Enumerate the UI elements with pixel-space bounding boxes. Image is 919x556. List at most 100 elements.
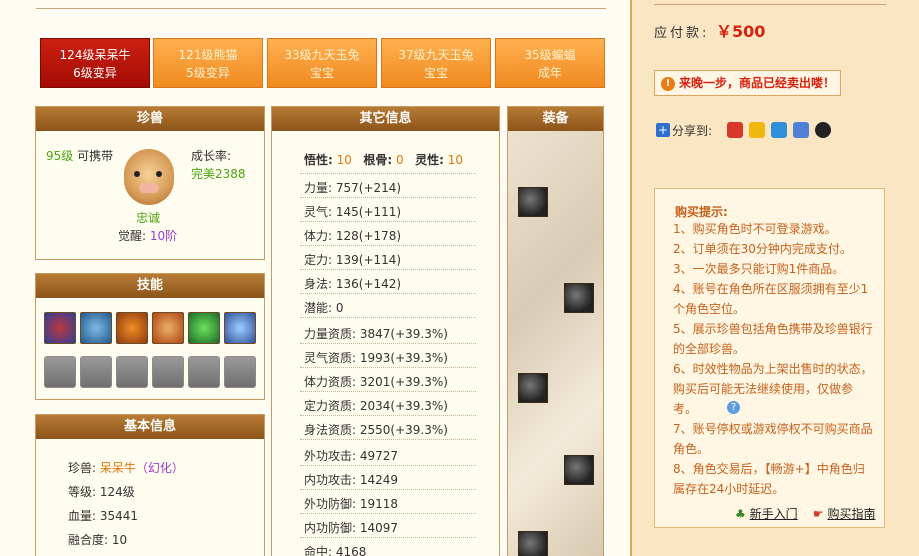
skill-6-icon[interactable]	[224, 312, 256, 344]
basic-row: 血量: 35441	[68, 507, 138, 524]
skill-4-icon[interactable]	[152, 312, 184, 344]
divider	[654, 4, 886, 5]
combat-label: 外功攻击:	[304, 449, 357, 463]
basic-label: 融合度:	[68, 533, 109, 547]
awaken-value: 10阶	[149, 229, 178, 243]
tab-label: 35级蝙蝠	[524, 48, 576, 62]
price-label: 应付款:	[654, 26, 710, 41]
potential-row: 潜能: 0	[304, 299, 344, 316]
combat-label: 外功防御:	[304, 497, 357, 511]
tab-pet-5[interactable]: 35级蝙蝠 成年	[495, 38, 605, 88]
tip-item: 2、订单须在30分钟内完成支付。	[673, 242, 852, 256]
tab-sublabel: 5级变异	[186, 66, 230, 80]
skill-2-icon[interactable]	[80, 312, 112, 344]
divider	[300, 245, 476, 246]
hand-icon: ☛	[812, 507, 824, 521]
share-label: 分享到:	[672, 124, 713, 138]
equipment-slot-icon[interactable]	[518, 187, 548, 217]
aptitude-label: 身法资质:	[304, 423, 357, 437]
combat-label: 内功攻击:	[304, 473, 357, 487]
tab-sublabel: 宝宝	[423, 66, 448, 80]
stat-label: 身法:	[304, 277, 333, 291]
potential-label: 潜能:	[304, 301, 333, 315]
tip-item: 7、账号停权或游戏停权不可购买商品角色。	[673, 422, 873, 456]
aptitude-label: 体力资质:	[304, 375, 357, 389]
plus-icon[interactable]: +	[656, 123, 670, 137]
tab-pet-1[interactable]: 124级呆呆牛 6级变异	[40, 38, 150, 88]
potential-value: 0	[335, 301, 344, 315]
basic-value: 10	[111, 533, 128, 547]
tips-title: 购买提示:	[675, 205, 728, 219]
divider	[300, 415, 476, 416]
stat-row: 定力: 139(+114)	[304, 251, 401, 268]
combat-value: 49727	[359, 449, 399, 463]
qq-icon[interactable]	[815, 122, 831, 138]
other-info-panel: 其它信息 悟性: 10 根骨: 0 灵性: 10 力量: 757(+214) 灵…	[271, 106, 500, 556]
purchase-tips: 购买提示: 1、购买角色时不可登录游戏。 2、订单须在30分钟内完成支付。 3、…	[654, 188, 885, 528]
stat-label: 灵气:	[304, 205, 333, 219]
stat-label: 力量:	[304, 181, 333, 195]
gengu-label: 根骨:	[363, 153, 393, 167]
tab-sublabel: 6级变异	[73, 66, 117, 80]
help-icon[interactable]: ?	[727, 401, 740, 414]
panel-title: 基本信息	[36, 415, 264, 439]
aptitude-row: 力量资质: 3847(+39.3%)	[304, 325, 448, 342]
weibo-icon[interactable]	[727, 122, 743, 138]
sold-notice-text: 来晚一步，商品已经卖出喽！	[679, 76, 836, 90]
stat-row: 力量: 757(+214)	[304, 179, 401, 196]
divider	[300, 317, 476, 318]
aptitude-value: 3847(+39.3%)	[359, 327, 448, 341]
tip-item: 1、购买角色时不可登录游戏。	[673, 222, 837, 236]
tab-label: 124级呆呆牛	[59, 48, 131, 62]
skill-1-icon[interactable]	[44, 312, 76, 344]
skills-panel: 技能	[35, 273, 265, 400]
skill-3-icon[interactable]	[116, 312, 148, 344]
combat-value: 14097	[359, 521, 399, 535]
combat-label: 命中:	[304, 545, 333, 556]
combat-value: 4168	[335, 545, 367, 556]
stat-value: 139(+114)	[335, 253, 402, 267]
sold-notice: ! 来晚一步，商品已经卖出喽！	[654, 70, 841, 96]
tab-label: 37级九天玉兔	[398, 48, 474, 62]
basic-label: 等级:	[68, 485, 97, 499]
tab-pet-2[interactable]: 121级熊猫 5级变异	[153, 38, 263, 88]
stat-row: 体力: 128(+178)	[304, 227, 401, 244]
tab-label: 33级九天玉兔	[284, 48, 360, 62]
aptitude-label: 力量资质:	[304, 327, 357, 341]
awaken-label: 觉醒:	[118, 229, 147, 243]
tab-pet-3[interactable]: 33级九天玉兔 宝宝	[267, 38, 377, 88]
skill-5-icon[interactable]	[188, 312, 220, 344]
equipment-slot-icon[interactable]	[564, 283, 594, 313]
aptitude-value: 2550(+39.3%)	[359, 423, 448, 437]
aptitude-row: 灵气资质: 1993(+39.3%)	[304, 349, 448, 366]
price-value: ￥500	[716, 22, 766, 41]
qzone-icon[interactable]	[749, 122, 765, 138]
lingxing-label: 灵性:	[415, 153, 444, 167]
combat-row: 命中: 4168	[304, 543, 366, 556]
newbie-guide-link[interactable]: 新手入门	[750, 507, 798, 521]
panel-title: 珍兽	[36, 107, 264, 131]
empty-skill-slot	[224, 356, 256, 388]
equipment-slot-icon[interactable]	[518, 373, 548, 403]
divider	[300, 367, 476, 368]
basic-label: 血量:	[68, 509, 97, 523]
stat-value: 145(+111)	[335, 205, 402, 219]
equipment-slot-icon[interactable]	[564, 455, 594, 485]
share-app-icon[interactable]	[771, 122, 787, 138]
equipment-panel: 装备	[507, 106, 604, 556]
combat-value: 14249	[359, 473, 399, 487]
basic-value: 124级	[99, 485, 135, 499]
pet-panel: 珍兽 95级 可携带 成长率: 完美2388 忠诚 觉醒: 10阶	[35, 106, 265, 260]
tab-sublabel: 宝宝	[309, 66, 334, 80]
tab-pet-4[interactable]: 37级九天玉兔 宝宝	[381, 38, 491, 88]
tieba-icon[interactable]	[793, 122, 809, 138]
stat-value: 136(+142)	[335, 277, 402, 291]
basic-label: 珍兽:	[68, 461, 97, 475]
equipment-slot-icon[interactable]	[518, 531, 548, 556]
pet-level-line: 95级 可携带	[46, 147, 113, 164]
aptitude-value: 2034(+39.3%)	[359, 399, 448, 413]
pet-tabs: 124级呆呆牛 6级变异 121级熊猫 5级变异 33级九天玉兔 宝宝 37级九天玉兔…	[40, 38, 606, 88]
purchase-guide-link[interactable]: 购买指南	[827, 507, 875, 521]
divider	[300, 173, 476, 174]
basic-row: 珍兽: 呆呆牛（幻化）	[68, 459, 184, 476]
